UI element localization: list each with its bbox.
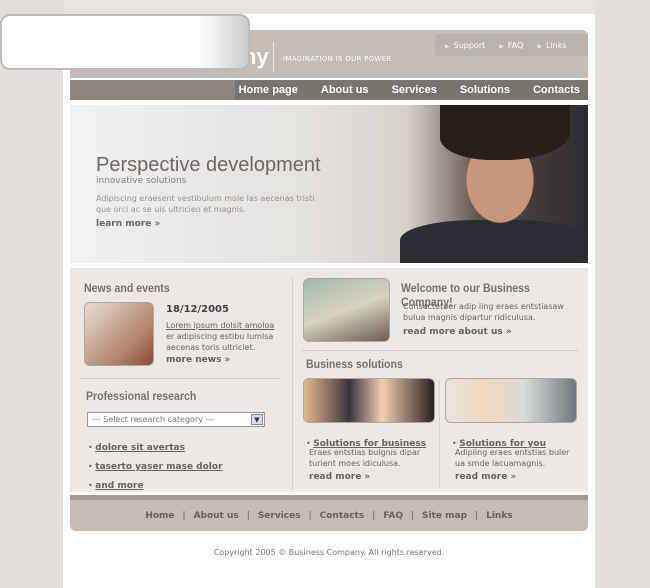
solution-you-photo — [445, 378, 577, 423]
divider — [273, 42, 274, 72]
welcome-photo — [303, 278, 390, 342]
list-item: • taserto yaser mase dolor — [88, 456, 223, 475]
top-link-support[interactable]: ▶ Support — [445, 41, 485, 50]
news-link[interactable]: Lorem ipsum dolsit amoloa — [166, 320, 274, 331]
footer-nav: Home | About us | Services | Contacts | FAQ |… — [70, 495, 588, 531]
footer-link[interactable]: FAQ — [383, 511, 403, 521]
nav-solutions[interactable]: Solutions — [445, 84, 518, 96]
slogan: IMAGINATION IS OUR POWER — [283, 55, 392, 63]
research-link[interactable]: and more — [95, 481, 143, 491]
separator: | — [372, 510, 376, 521]
more-news-link[interactable]: more news » — [166, 355, 230, 365]
solution-business-photo — [303, 378, 435, 423]
bullet-icon: ▶ — [499, 42, 504, 50]
research-title: Professional research — [86, 389, 197, 403]
research-link[interactable]: dolore sit avertas — [95, 443, 185, 453]
solution-read-more[interactable]: read more » — [455, 472, 516, 482]
bullet-icon: ▶ — [537, 42, 542, 50]
top-band — [63, 0, 595, 14]
separator: | — [308, 510, 312, 521]
content: News and events 18/12/2005 Lorem ipsum d… — [70, 268, 588, 492]
page: ny IMAGINATION IS OUR POWER ▶ Support ▶ FA… — [0, 0, 595, 588]
hero-subtitle: innovative solutions — [96, 176, 187, 186]
hero-banner: Perspective development innovative solut… — [70, 105, 588, 263]
hero-description: Adipiscing eraesent vestibulum mole las … — [96, 194, 315, 214]
separator: | — [411, 510, 415, 521]
footer-link[interactable]: Links — [486, 511, 513, 521]
research-link[interactable]: taserto yaser mase dolor — [95, 462, 222, 472]
list-item: • dolore sit avertas — [88, 437, 223, 456]
list-item: • and more — [88, 475, 223, 494]
label: FAQ — [507, 40, 524, 50]
hero-title: Perspective development — [96, 154, 321, 176]
column-divider — [439, 380, 440, 488]
label: Support — [453, 40, 486, 50]
learn-more-link[interactable]: learn more » — [96, 219, 160, 229]
news-date: 18/12/2005 — [166, 304, 229, 315]
nav-home[interactable]: Home page — [224, 84, 306, 96]
solution-text: Adipiing eraes entstias buler ua smde la… — [455, 448, 570, 468]
bullet-icon: ▶ — [445, 42, 450, 50]
select-value: --- Select research category --- — [92, 415, 215, 424]
top-link-links[interactable]: ▶ Links — [537, 41, 566, 50]
separator: | — [182, 510, 186, 521]
nav-services[interactable]: Services — [377, 84, 445, 96]
news-title: News and events — [84, 281, 170, 295]
nav-about[interactable]: About us — [306, 84, 377, 96]
research-links: • dolore sit avertas • taserto yaser mas… — [88, 437, 223, 494]
nav-contacts[interactable]: Contacts — [518, 84, 588, 96]
footer-link[interactable]: Services — [258, 511, 301, 521]
top-links: ▶ Support ▶ FAQ ▶ Links — [435, 34, 588, 56]
news-photo — [84, 302, 154, 366]
solution-read-more[interactable]: read more » — [309, 472, 370, 482]
solution-text: Eraes entstias bulgnis dipar turient moe… — [309, 448, 421, 468]
label: Links — [546, 40, 567, 50]
top-link-faq[interactable]: ▶ FAQ — [499, 41, 523, 50]
footer-link[interactable]: Site map — [422, 511, 467, 521]
footer-link[interactable]: Home — [145, 511, 174, 521]
column-divider — [292, 276, 293, 490]
separator: | — [246, 510, 250, 521]
welcome-text: Consectetuer adip iing eraes entstiasaw … — [403, 302, 564, 322]
solutions-title: Business solutions — [306, 357, 403, 371]
footer-link[interactable]: Contacts — [320, 511, 365, 521]
news-text: er adipiscing estibu lumlsa aecenas tori… — [166, 332, 274, 352]
hero-image-hair — [440, 105, 570, 160]
main-nav: Home page About us Services Solutions Co… — [70, 80, 588, 100]
logo-blurred[interactable] — [0, 14, 250, 70]
read-more-about-link[interactable]: read more about us » — [403, 327, 512, 337]
divider — [80, 378, 280, 379]
research-category-select[interactable]: --- Select research category --- ▼ — [87, 412, 265, 427]
chevron-down-icon[interactable]: ▼ — [251, 414, 263, 425]
separator: | — [475, 510, 479, 521]
divider — [302, 350, 578, 351]
copyright: Copyright 2005 © Business Company. All r… — [213, 548, 445, 557]
footer-link[interactable]: About us — [194, 511, 239, 521]
